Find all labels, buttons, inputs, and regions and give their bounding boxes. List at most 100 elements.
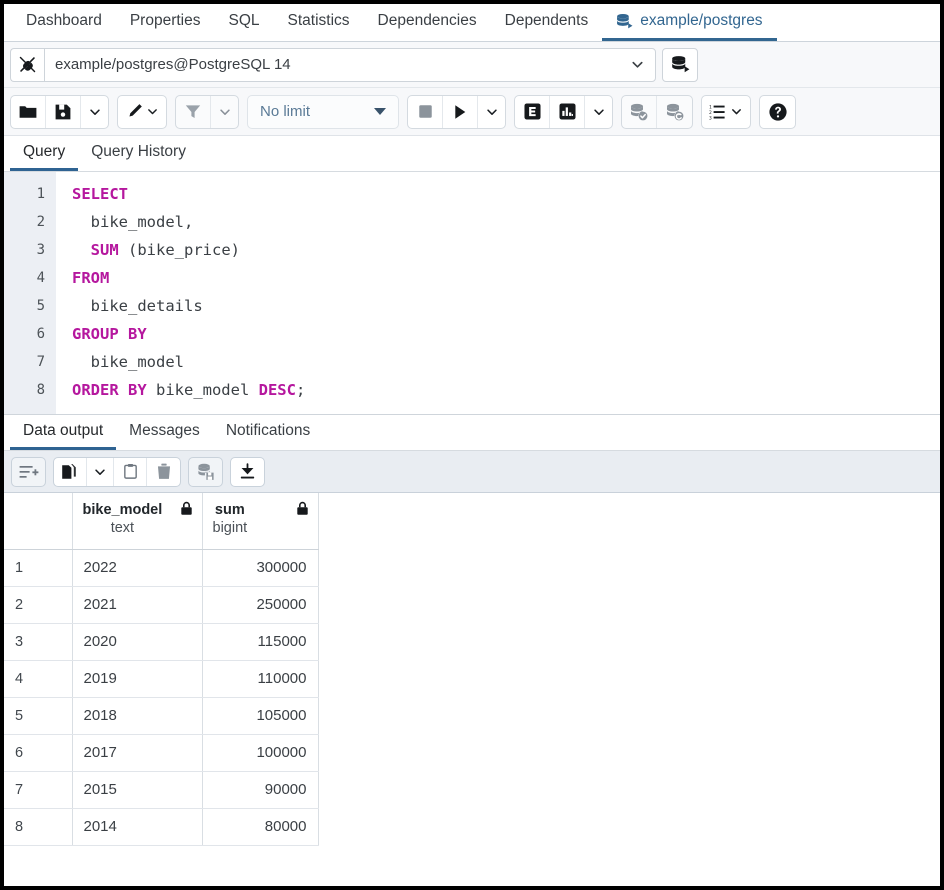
save-data-group [188, 457, 223, 487]
save-file-button[interactable] [46, 96, 81, 128]
tab-query[interactable]: Query [10, 136, 78, 171]
cell-row-number[interactable]: 7 [4, 771, 72, 808]
cell-bike-model-value: 2021 [73, 587, 202, 623]
line-number: 4 [4, 264, 56, 292]
cell-row-number-value: 2 [4, 587, 72, 623]
tab-query-history[interactable]: Query History [78, 136, 199, 171]
paste-button[interactable] [114, 458, 147, 486]
cell-sum[interactable]: 250000 [202, 586, 318, 623]
cell-row-number-value: 4 [4, 661, 72, 697]
cell-row-number[interactable]: 8 [4, 808, 72, 845]
cell-row-number[interactable]: 3 [4, 623, 72, 660]
tab-dependents[interactable]: Dependents [491, 4, 603, 41]
explain-analyze-button[interactable] [550, 96, 585, 128]
help-button[interactable] [760, 96, 795, 128]
folder-icon [18, 102, 38, 122]
cell-bike-model[interactable]: 2021 [72, 586, 202, 623]
tab-sql[interactable]: SQL [214, 4, 273, 41]
table-row[interactable]: 32020115000 [4, 623, 318, 660]
result-grid[interactable]: bike_model text [4, 493, 940, 886]
sql-text: bike_model [147, 381, 259, 399]
table-row[interactable]: 12022300000 [4, 549, 318, 586]
cell-row-number[interactable]: 1 [4, 549, 72, 586]
cell-row-number[interactable]: 2 [4, 586, 72, 623]
column-header-sum[interactable]: sum bigint [202, 493, 318, 549]
cell-sum[interactable]: 100000 [202, 734, 318, 771]
sql-keyword: SUM [91, 241, 119, 259]
tab-messages[interactable]: Messages [116, 415, 213, 450]
sql-keyword: DESC [259, 381, 296, 399]
save-data-changes-button[interactable] [189, 458, 222, 486]
sql-editor[interactable]: 12345678 SELECT bike_model, SUM (bike_pr… [4, 172, 940, 415]
database-save-icon [196, 462, 216, 481]
cell-bike-model[interactable]: 2020 [72, 623, 202, 660]
download-csv-button[interactable] [231, 458, 264, 486]
cell-sum[interactable]: 300000 [202, 549, 318, 586]
cell-sum-value: 105000 [203, 698, 318, 734]
explain-menu-button[interactable] [585, 96, 612, 128]
table-row[interactable]: 62017100000 [4, 734, 318, 771]
editor-code[interactable]: SELECT bike_model, SUM (bike_price)FROM … [56, 172, 940, 414]
column-header-bike-model[interactable]: bike_model text [72, 493, 202, 549]
database-connect-button[interactable] [662, 48, 698, 82]
cell-sum-value: 90000 [203, 772, 318, 808]
cell-row-number[interactable]: 6 [4, 734, 72, 771]
stop-button[interactable] [408, 96, 443, 128]
database-commit-icon [629, 102, 649, 122]
cell-bike-model[interactable]: 2017 [72, 734, 202, 771]
chevron-down-icon [592, 105, 606, 119]
connection-select[interactable]: example/postgres@PostgreSQL 14 [44, 48, 656, 82]
cell-bike-model[interactable]: 2022 [72, 549, 202, 586]
cell-bike-model[interactable]: 2015 [72, 771, 202, 808]
rollback-button[interactable] [657, 96, 692, 128]
column-name: sum [213, 501, 248, 519]
cell-row-number[interactable]: 5 [4, 697, 72, 734]
chevron-down-icon [93, 465, 107, 479]
table-header-row: bike_model text [4, 493, 318, 549]
tab-dependencies[interactable]: Dependencies [364, 4, 491, 41]
cell-bike-model[interactable]: 2018 [72, 697, 202, 734]
filter-button[interactable] [176, 96, 211, 128]
cell-sum[interactable]: 90000 [202, 771, 318, 808]
filter-menu-button[interactable] [211, 96, 238, 128]
tab-statistics[interactable]: Statistics [274, 4, 364, 41]
execute-menu-button[interactable] [478, 96, 505, 128]
tab-dashboard[interactable]: Dashboard [12, 4, 116, 41]
copy-menu-button[interactable] [87, 458, 114, 486]
cell-sum[interactable]: 110000 [202, 660, 318, 697]
add-row-button[interactable] [12, 458, 45, 486]
tab-notifications[interactable]: Notifications [213, 415, 323, 450]
table-row[interactable]: 52018105000 [4, 697, 318, 734]
tab-query-tool-example-postgres[interactable]: example/postgres [602, 4, 776, 41]
row-limit-select[interactable]: No limit [247, 95, 399, 129]
open-file-button[interactable] [11, 96, 46, 128]
macros-button[interactable]: 1 2 3 [702, 96, 750, 128]
connection-plug-icon[interactable] [10, 48, 44, 82]
delete-row-button[interactable] [147, 458, 180, 486]
cell-sum[interactable]: 115000 [202, 623, 318, 660]
explain-e-icon [523, 102, 542, 121]
tab-properties[interactable]: Properties [116, 4, 215, 41]
edit-button-group [117, 95, 167, 129]
commit-button[interactable] [622, 96, 657, 128]
play-icon [451, 103, 469, 121]
cell-bike-model[interactable]: 2019 [72, 660, 202, 697]
cell-sum[interactable]: 80000 [202, 808, 318, 845]
copy-button[interactable] [54, 458, 87, 486]
pencil-icon [125, 102, 144, 121]
table-row[interactable]: 8201480000 [4, 808, 318, 845]
table-row[interactable]: 22021250000 [4, 586, 318, 623]
table-row[interactable]: 7201590000 [4, 771, 318, 808]
edit-button[interactable] [118, 96, 166, 128]
cell-bike-model[interactable]: 2014 [72, 808, 202, 845]
add-row-icon [19, 463, 39, 481]
sql-text: bike_model [72, 353, 184, 371]
table-row[interactable]: 42019110000 [4, 660, 318, 697]
cell-row-number[interactable]: 4 [4, 660, 72, 697]
cell-sum[interactable]: 105000 [202, 697, 318, 734]
explain-button[interactable] [515, 96, 550, 128]
save-file-menu-button[interactable] [81, 96, 108, 128]
execute-button[interactable] [443, 96, 478, 128]
cell-sum-value: 80000 [203, 809, 318, 845]
tab-data-output[interactable]: Data output [10, 415, 116, 450]
